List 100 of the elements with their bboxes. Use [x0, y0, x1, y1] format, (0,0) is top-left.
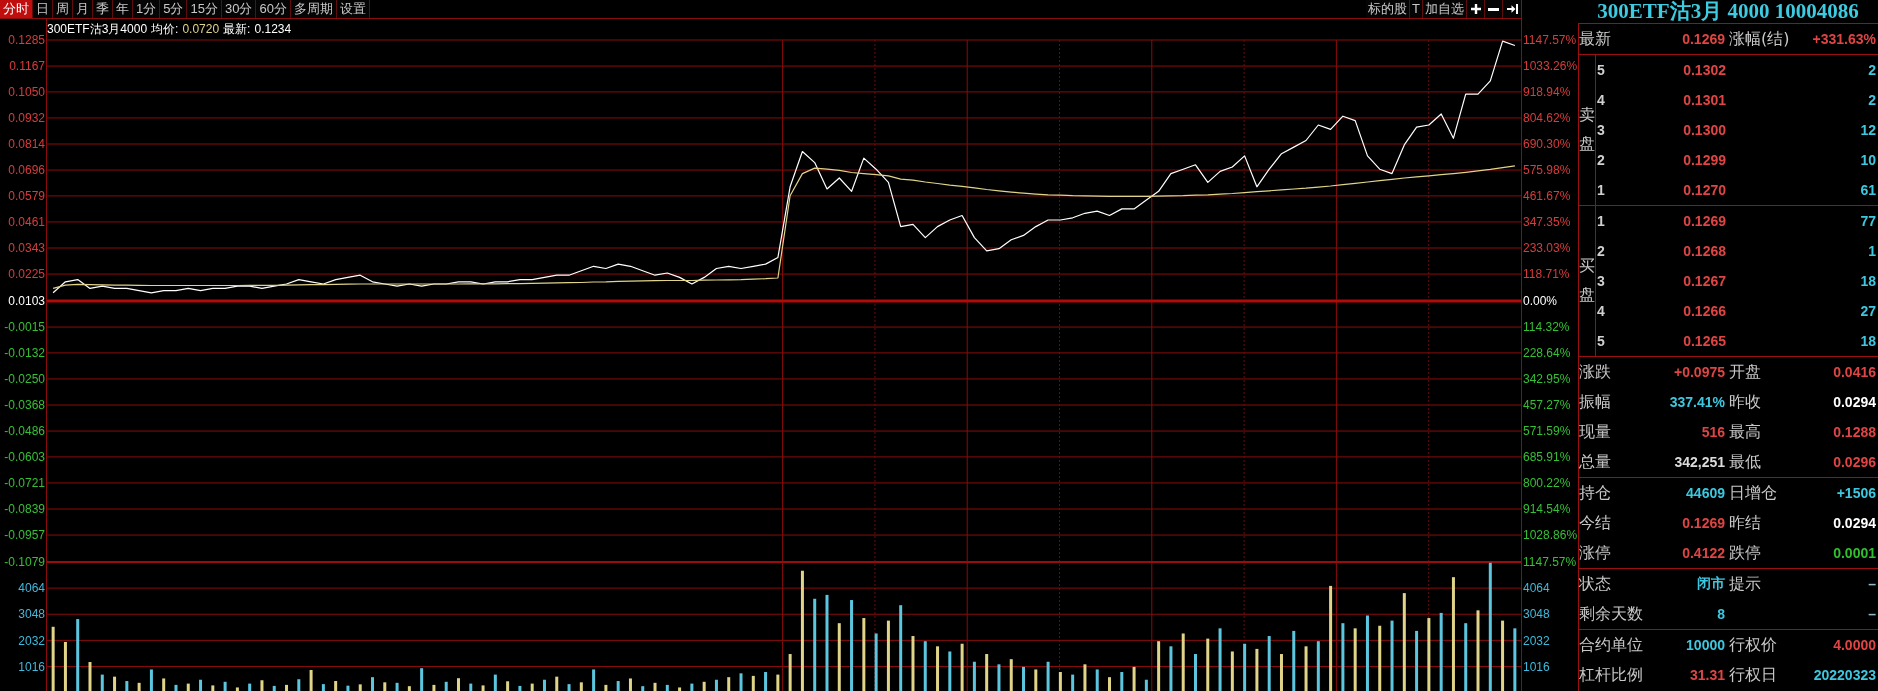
order-price: 0.1269: [1682, 213, 1726, 229]
order-volume: 77: [1859, 213, 1876, 229]
percent-axis-label: 575.98%: [1523, 163, 1571, 178]
order-side-label: 卖盘: [1579, 104, 1595, 155]
order-volume: 2: [1867, 62, 1876, 78]
field-label: 合约单位: [1579, 634, 1643, 656]
field-label: 杠杆比例: [1579, 664, 1643, 686]
price-axis-label: 0.1050: [8, 85, 45, 100]
volume-axis-label: 2032: [1523, 633, 1550, 648]
period-tab[interactable]: 季: [93, 0, 113, 18]
field-value: 0.4122: [1682, 545, 1725, 561]
field-value: 8: [1717, 606, 1725, 622]
period-tab[interactable]: 15分: [187, 0, 222, 18]
period-tab[interactable]: 30分: [221, 0, 257, 18]
volume-axis-label: 2032: [18, 633, 45, 648]
end-button[interactable]: [1503, 0, 1521, 18]
minus-button[interactable]: [1485, 0, 1503, 18]
field-value: +331.63%: [1812, 31, 1876, 47]
percent-axis-label: 571.59%: [1523, 424, 1571, 439]
field-value: 0.0296: [1833, 454, 1876, 470]
order-price: 0.1300: [1682, 122, 1726, 138]
field-label: 昨收: [1729, 391, 1761, 413]
field-value: 20220323: [1813, 667, 1876, 683]
period-tab[interactable]: 年: [113, 0, 133, 18]
order-volume: 61: [1859, 182, 1876, 198]
period-tab[interactable]: 5分: [160, 0, 188, 18]
percent-axis-label: 804.62%: [1523, 111, 1571, 126]
order-volume: 2: [1867, 92, 1876, 108]
field-label: 涨跌: [1579, 361, 1611, 383]
period-tab[interactable]: 设置: [336, 0, 370, 18]
price-axis-label: -0.1079: [4, 555, 45, 570]
order-volume: 18: [1859, 333, 1876, 349]
field-label: 涨幅(结): [1729, 28, 1790, 50]
percent-axis-label: 228.64%: [1523, 346, 1571, 361]
price-axis-label: 0.0225: [8, 267, 45, 282]
volume-axis-label: 1016: [1523, 659, 1550, 674]
field-value: 0.1288: [1833, 424, 1876, 440]
price-axis-label: 0.0814: [8, 137, 45, 152]
order-price: 0.1302: [1682, 62, 1726, 78]
percent-axis-label: 918.94%: [1523, 85, 1571, 100]
field-label: 持仓: [1579, 482, 1611, 504]
field-value: 0.0416: [1833, 364, 1876, 380]
period-tab[interactable]: 分时: [0, 0, 33, 18]
price-axis-label: -0.0957: [4, 528, 45, 543]
plus-button[interactable]: [1467, 0, 1485, 18]
field-value: 0.1269: [1682, 515, 1725, 531]
percent-axis-label: 457.27%: [1523, 398, 1571, 413]
percent-axis-label: 114.32%: [1523, 320, 1570, 335]
legend-label: 最新:: [223, 21, 251, 37]
field-value: 342,251: [1674, 454, 1725, 470]
toolbar-button[interactable]: T: [1410, 0, 1423, 18]
order-price: 0.1268: [1682, 243, 1726, 259]
percent-axis-label: 0.00%: [1523, 294, 1558, 309]
volume-axis-label: 3048: [18, 607, 45, 622]
field-label: 行权价: [1729, 634, 1777, 656]
arrow-to-bar-icon: [1506, 4, 1518, 14]
order-price: 0.1266: [1682, 303, 1726, 319]
percent-axis-label: 233.03%: [1523, 241, 1571, 256]
field-value: –: [1868, 576, 1876, 592]
field-value: 0.0294: [1833, 515, 1876, 531]
period-tab[interactable]: 周: [53, 0, 73, 18]
field-label: 开盘: [1729, 361, 1761, 383]
percent-axis-label: 118.71%: [1523, 267, 1570, 282]
percent-axis-label: 914.54%: [1523, 502, 1571, 517]
price-axis-label: 0.0932: [8, 111, 45, 126]
percent-axis-label: 800.22%: [1523, 476, 1571, 491]
period-tab[interactable]: 60分: [256, 0, 291, 18]
legend-label: 均价:: [151, 21, 179, 37]
percent-axis-label: 1147.57%: [1523, 33, 1577, 48]
period-tab[interactable]: 1分: [133, 0, 161, 18]
field-value: 31.31: [1689, 667, 1725, 683]
legend-value: 0.1234: [254, 21, 292, 37]
price-axis-label: 0.0461: [8, 215, 45, 230]
toolbar-button[interactable]: 加自选: [1423, 0, 1467, 18]
field-label: 涨停: [1579, 542, 1611, 564]
period-tab[interactable]: 多周期: [290, 0, 337, 18]
field-value: 4.0000: [1833, 637, 1876, 653]
volume-axis-label: 1016: [18, 659, 45, 674]
minus-icon: [1488, 7, 1499, 11]
price-axis-label: -0.0132: [4, 346, 45, 361]
field-value: 10000: [1686, 637, 1725, 653]
field-label: 日增仓: [1729, 482, 1777, 504]
order-level: 5: [1597, 333, 1606, 349]
order-price: 0.1299: [1682, 152, 1726, 168]
percent-axis-label: 342.95%: [1523, 372, 1571, 387]
toolbar-button[interactable]: 标的股: [1366, 0, 1411, 18]
order-volume: 12: [1859, 122, 1876, 138]
percent-axis-label: 461.67%: [1523, 189, 1571, 204]
period-tab[interactable]: 月: [73, 0, 93, 18]
percent-axis-label: 347.35%: [1523, 215, 1571, 230]
order-level: 1: [1597, 213, 1606, 229]
percent-axis-label: 685.91%: [1523, 450, 1571, 465]
field-label: 行权日: [1729, 664, 1777, 686]
order-level: 4: [1597, 92, 1606, 108]
field-label: 现量: [1579, 421, 1611, 443]
field-label: 昨结: [1729, 512, 1761, 534]
field-value: 0.1269: [1682, 31, 1725, 47]
price-axis-label: -0.0486: [4, 424, 45, 439]
percent-axis-label: 1028.86%: [1523, 528, 1578, 543]
period-tab[interactable]: 日: [33, 0, 53, 18]
